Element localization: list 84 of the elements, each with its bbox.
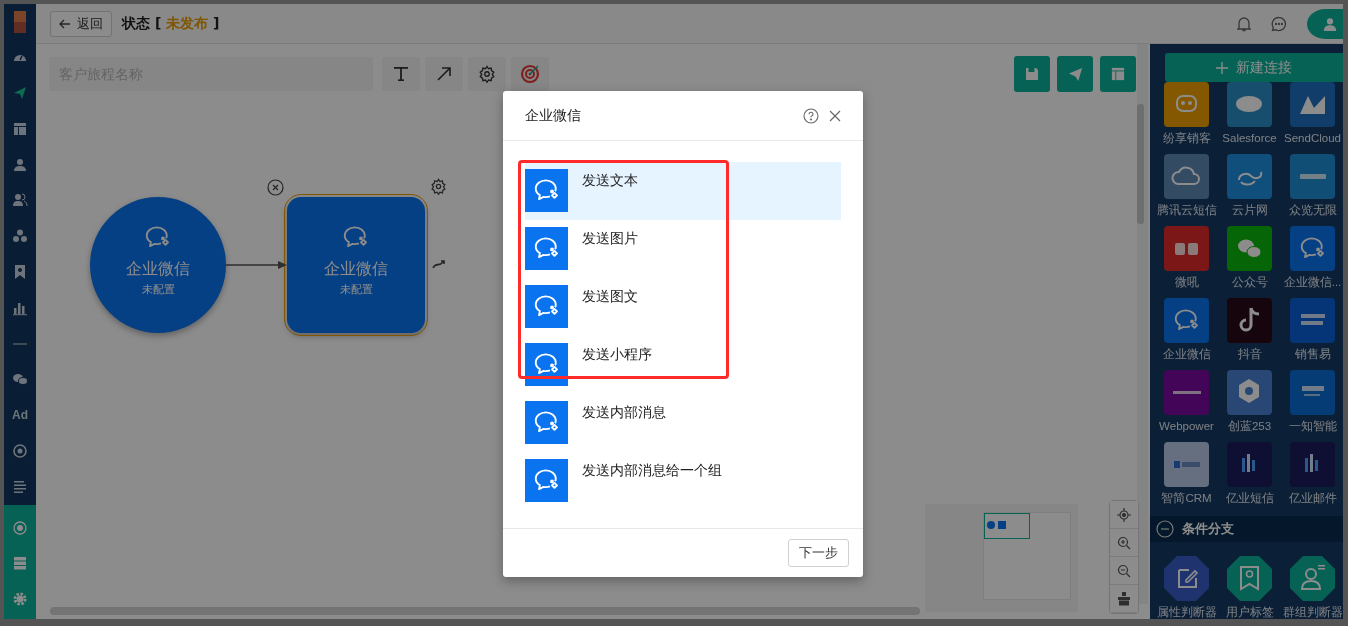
message-type-option[interactable]: 发送文本: [525, 162, 841, 220]
paper-plane-icon[interactable]: [12, 84, 28, 101]
close-icon[interactable]: [267, 179, 284, 196]
help-icon[interactable]: [803, 107, 819, 124]
app-name: Webpower: [1159, 419, 1214, 433]
app-name: Salesforce: [1222, 131, 1277, 145]
chat-bubbles-icon[interactable]: [12, 371, 28, 388]
settings-icon[interactable]: [12, 591, 28, 608]
locate-icon[interactable]: [1110, 501, 1138, 529]
bars-logo-icon[interactable]: [1227, 442, 1272, 487]
arrow-left-icon: [59, 18, 71, 29]
scrollbar[interactable]: [50, 607, 920, 615]
wechat-icon[interactable]: [1227, 226, 1272, 271]
mini-nodes-drawing: [987, 521, 1007, 529]
back-button[interactable]: 返回: [50, 10, 112, 37]
target-icon[interactable]: [511, 57, 549, 91]
condition-name: 属性判断器: [1156, 605, 1217, 619]
users-icon[interactable]: [12, 192, 28, 209]
app-name: 亿业短信: [1225, 491, 1274, 505]
document-icon[interactable]: [12, 478, 28, 495]
avatar[interactable]: [1307, 8, 1343, 39]
app-name: 纷享销客: [1162, 131, 1211, 145]
section-header[interactable]: 条件分支: [1150, 516, 1343, 542]
scrollbar[interactable]: [1137, 44, 1148, 604]
app-name: 一知智能: [1288, 419, 1337, 433]
node-status: 未配置: [339, 282, 373, 297]
app-name: 创蓝253: [1227, 419, 1272, 433]
app-name: 微吼: [1174, 275, 1199, 289]
cloud-logo-icon[interactable]: [1227, 82, 1272, 127]
app-name: 企业微信: [1162, 347, 1211, 361]
logo-icon[interactable]: [14, 10, 26, 33]
user-list-icon[interactable]: [1290, 556, 1335, 601]
edit-icon[interactable]: [1164, 556, 1209, 601]
cloud-icon[interactable]: [1164, 154, 1209, 199]
save-icon[interactable]: [1014, 56, 1050, 92]
cluster-icon[interactable]: [12, 228, 28, 245]
target-icon[interactable]: [12, 442, 28, 459]
mountain-logo-icon[interactable]: [1290, 82, 1335, 127]
connector-arrow: [226, 260, 287, 270]
user-icon[interactable]: [12, 156, 28, 173]
bars-logo-icon[interactable]: [1290, 442, 1335, 487]
dialog-title: 企业微信: [525, 106, 582, 125]
app-name: 抖音: [1237, 347, 1262, 361]
robot-logo-icon[interactable]: [1164, 82, 1209, 127]
app-name: 腾讯云短信: [1156, 203, 1217, 217]
music-note-icon[interactable]: [1227, 298, 1272, 343]
server-icon[interactable]: [12, 555, 28, 572]
layout-icon[interactable]: [1100, 56, 1136, 92]
app-name: 云片网: [1231, 203, 1268, 217]
ad-nav-item[interactable]: Ad: [4, 397, 36, 433]
condition-name: 群组判断器: [1282, 605, 1343, 619]
network-icon[interactable]: [12, 519, 28, 536]
layout-icon[interactable]: [12, 120, 28, 137]
section-title: 条件分支: [1182, 520, 1234, 538]
chat-icon[interactable]: [1164, 298, 1209, 343]
app-name: 智简CRM: [1161, 491, 1212, 505]
hexagon-logo-icon[interactable]: [1227, 370, 1272, 415]
chat-dots-icon[interactable]: [1271, 15, 1287, 32]
app-name: 众览无限: [1288, 203, 1337, 217]
settings-icon[interactable]: [468, 57, 506, 91]
app-name: SendCloud: [1284, 131, 1341, 145]
paper-plane-icon[interactable]: [1057, 56, 1093, 92]
text-tool-icon[interactable]: [382, 57, 420, 91]
settings-icon[interactable]: [430, 178, 447, 195]
close-icon[interactable]: [829, 109, 841, 122]
node-title: 企业微信: [324, 259, 388, 280]
app-name: 亿业邮件: [1288, 491, 1337, 505]
cloud-loop-icon[interactable]: [1227, 154, 1272, 199]
status-label: 状态 [ 未发布 ]: [122, 14, 220, 33]
bookmark-icon[interactable]: [12, 263, 28, 280]
arrow-tool-icon[interactable]: [425, 57, 463, 91]
node-status: 未配置: [141, 282, 175, 297]
plus-icon: [1216, 61, 1228, 74]
bell-icon[interactable]: [1237, 15, 1251, 32]
bookmark-user-icon[interactable]: [1227, 556, 1272, 601]
condition-name: 用户标签: [1225, 605, 1274, 619]
collapse-icon[interactable]: [1156, 520, 1174, 538]
app-name: 销售易: [1294, 347, 1331, 361]
next-button[interactable]: 下一步: [788, 539, 849, 567]
chat-icon[interactable]: [1290, 226, 1335, 271]
link-icon[interactable]: [432, 259, 446, 269]
node-title: 企业微信: [126, 259, 190, 280]
app-name: 公众号: [1231, 275, 1268, 289]
app-name: 企业微信...: [1283, 275, 1342, 289]
